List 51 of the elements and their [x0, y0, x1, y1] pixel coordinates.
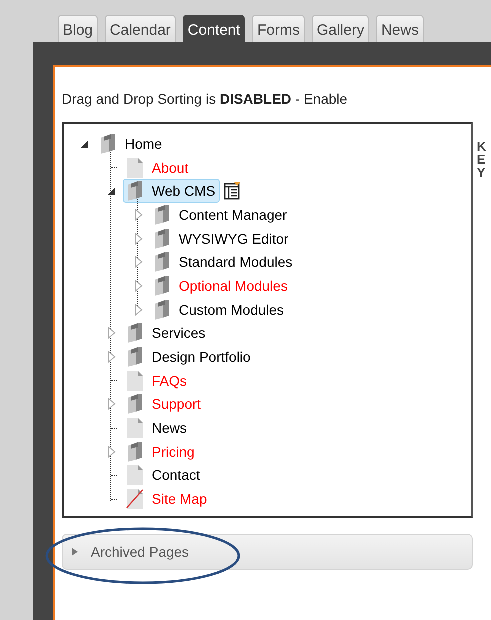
folder-icon	[126, 322, 144, 344]
tree-node-label[interactable]: Contact	[152, 467, 200, 484]
tree-node-label[interactable]: Pricing	[152, 444, 195, 460]
folder-icon	[153, 251, 171, 274]
folder-icon	[99, 132, 117, 155]
archived-pages-toggle[interactable]: Archived Pages	[62, 534, 473, 570]
folder-icon	[153, 204, 171, 226]
tree-node-label[interactable]: Support	[152, 396, 202, 412]
folder-icon	[126, 346, 144, 368]
tree-node-label[interactable]: News	[152, 420, 188, 436]
expand-arrow-icon[interactable]	[107, 398, 117, 410]
folder-icon	[153, 274, 171, 297]
sitemap-page-icon	[126, 488, 144, 510]
folder-icon	[153, 298, 171, 321]
expand-arrow-icon	[71, 547, 79, 557]
key-label[interactable]: KEY	[477, 140, 490, 179]
properties-icon[interactable]	[224, 182, 242, 200]
expand-arrow-icon[interactable]	[134, 232, 144, 245]
expand-arrow-icon[interactable]	[107, 327, 117, 340]
tree-node-label[interactable]: Services	[152, 325, 206, 342]
sorting-status-text: Drag and Drop Sorting is DISABLED - Enable	[62, 91, 349, 107]
tree-node-label[interactable]: WYSIWYG Editor	[179, 230, 289, 247]
tree-node-label[interactable]: Standard Modules	[179, 254, 293, 270]
expand-arrow-icon[interactable]	[134, 256, 144, 268]
tab[interactable]: Calendar	[105, 15, 176, 42]
page-icon	[126, 464, 144, 486]
expand-arrow-icon[interactable]	[134, 304, 144, 316]
page-icon	[126, 370, 144, 392]
tree-node-label[interactable]: Custom Modules	[179, 302, 284, 318]
tab[interactable]: Gallery	[312, 15, 370, 42]
tree-node-label[interactable]: Home	[125, 136, 162, 152]
tree-node-label[interactable]: Optional Modules	[179, 278, 288, 294]
expand-arrow-icon[interactable]	[134, 280, 144, 292]
page-icon	[126, 156, 144, 179]
tree-node-label[interactable]: About	[152, 160, 189, 176]
tree-node-label[interactable]: Content Manager	[179, 206, 288, 223]
expand-arrow-icon[interactable]	[107, 351, 117, 364]
tree-node-label[interactable]: Design Portfolio	[152, 349, 251, 366]
tab[interactable]: Forms	[252, 15, 305, 42]
tree-node-label[interactable]: FAQs	[152, 372, 188, 389]
expand-arrow-icon[interactable]	[134, 208, 144, 221]
page-icon	[126, 417, 144, 440]
folder-icon	[126, 393, 144, 416]
folder-icon	[126, 440, 144, 463]
tab[interactable]: Blog	[58, 15, 98, 42]
expand-arrow-icon[interactable]	[107, 446, 117, 458]
tab[interactable]: Content	[182, 15, 246, 42]
tab[interactable]: News	[376, 15, 424, 42]
folder-icon	[153, 228, 171, 250]
tree-node-label[interactable]: Site Map	[152, 491, 208, 508]
folder-icon	[126, 180, 144, 202]
